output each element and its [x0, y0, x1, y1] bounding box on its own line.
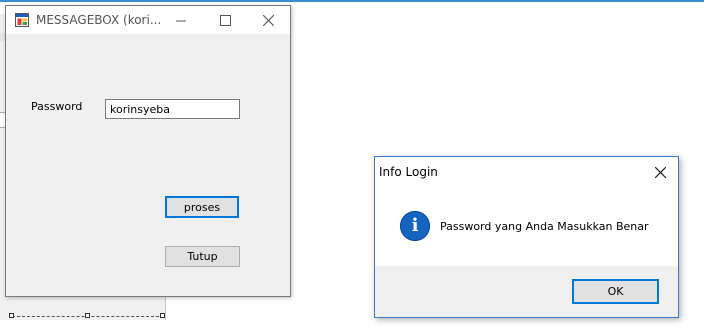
- designer-top-border: [0, 0, 704, 2]
- minimize-icon: [175, 20, 186, 21]
- ok-button-label: OK: [607, 285, 624, 298]
- close-button[interactable]: [246, 6, 290, 34]
- info-icon: i: [400, 211, 430, 241]
- password-label: Password: [31, 100, 83, 113]
- close-icon: [262, 14, 274, 26]
- resize-handle[interactable]: [9, 313, 14, 318]
- resize-handle[interactable]: [160, 313, 165, 318]
- info-login-dialog: Info Login i Password yang Anda Masukkan…: [374, 156, 679, 318]
- dialog-close-button[interactable]: [642, 157, 678, 187]
- maximize-icon: [219, 14, 231, 26]
- tutup-button-label: Tutup: [187, 250, 218, 263]
- title-bar[interactable]: MESSAGEBOX (kori...: [6, 6, 290, 34]
- dialog-title: Info Login: [379, 165, 438, 179]
- desktop: MESSAGEBOX (kori... Password proses Tutu…: [0, 0, 704, 328]
- tutup-button[interactable]: Tutup: [165, 246, 240, 267]
- proses-button[interactable]: proses: [165, 196, 239, 218]
- resize-handle[interactable]: [85, 313, 90, 318]
- window-title: MESSAGEBOX (kori...: [36, 13, 162, 27]
- ok-button[interactable]: OK: [572, 279, 659, 304]
- maximize-button[interactable]: [203, 6, 247, 34]
- minimize-button[interactable]: [159, 6, 203, 34]
- dialog-message: Password yang Anda Masukkan Benar: [440, 220, 649, 233]
- dialog-footer: OK: [375, 266, 678, 317]
- close-icon: [654, 166, 666, 178]
- proses-button-label: proses: [183, 200, 221, 214]
- password-input[interactable]: [105, 99, 240, 119]
- main-window: MESSAGEBOX (kori... Password proses Tutu…: [5, 5, 291, 297]
- app-icon[interactable]: [15, 13, 29, 27]
